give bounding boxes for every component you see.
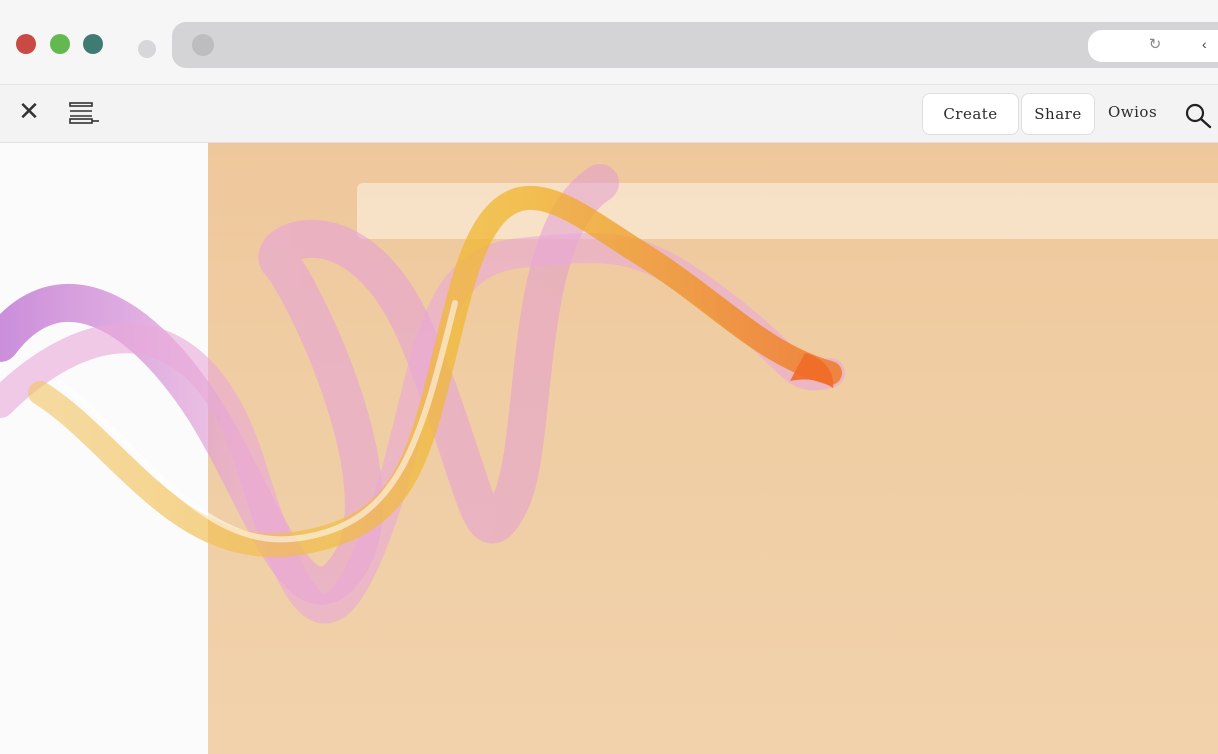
zoom-window-button[interactable] — [83, 34, 103, 54]
canvas-area — [208, 143, 1218, 754]
more-menu[interactable]: Owios — [1108, 103, 1157, 125]
site-icon — [192, 34, 214, 56]
app-toolbar: ✕ Create Share Owios — [0, 85, 1218, 143]
reload-icon[interactable]: ↻ — [1146, 36, 1164, 54]
window-titlebar: ↻ ‹ — [0, 0, 1218, 85]
create-button[interactable]: Create — [922, 93, 1019, 135]
minimize-window-button[interactable] — [50, 34, 70, 54]
left-panel — [0, 143, 208, 754]
sidebar-toggle-icon[interactable] — [138, 40, 156, 58]
header-banner — [357, 183, 1218, 239]
list-icon[interactable] — [67, 99, 101, 127]
back-icon[interactable]: ‹ — [1202, 36, 1207, 52]
close-icon[interactable]: ✕ — [16, 98, 42, 124]
close-window-button[interactable] — [16, 34, 36, 54]
search-icon[interactable] — [1183, 101, 1213, 131]
share-button[interactable]: Share — [1021, 93, 1095, 135]
address-bar[interactable]: ↻ ‹ — [172, 22, 1218, 68]
address-actions: ↻ ‹ — [1088, 30, 1218, 62]
